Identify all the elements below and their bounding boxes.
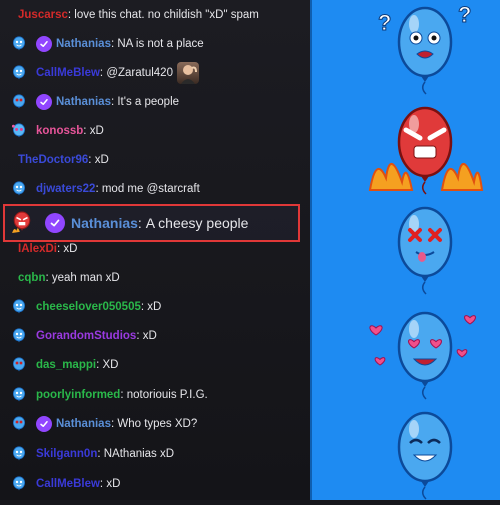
chat-username[interactable]: Skilgann0n	[36, 448, 97, 460]
chat-panel: Juscarsc: love this chat. no childish "x…	[0, 0, 310, 500]
balloon-blue-icon	[13, 299, 25, 314]
chat-message: Nathanias: NA is not a place	[0, 33, 310, 55]
balloon-confused-icon: ??	[378, 2, 472, 95]
emote-showcase-panel: ??	[310, 0, 500, 500]
chat-message-text: yeah man xD	[51, 272, 120, 284]
panel-divider	[310, 0, 312, 500]
chat-message-text: xD	[106, 478, 121, 490]
chat-username[interactable]: Nathanias	[56, 418, 111, 430]
user-badge	[10, 445, 28, 463]
balloon-blue-icon	[13, 65, 25, 80]
chat-message-text: @Zaratul420	[106, 67, 173, 79]
chat-message-text: mod me @starcraft	[101, 183, 200, 195]
chat-message: konossb: xD	[0, 120, 310, 142]
user-badge	[10, 356, 28, 374]
chat-username[interactable]: CallMeBlew	[36, 478, 100, 490]
balloon-blue-icon	[13, 36, 25, 51]
chat-message-text: xD	[142, 330, 157, 342]
verified-check-icon	[45, 213, 65, 233]
user-badge	[11, 211, 35, 235]
chat-message: Skilgann0n: NAthanias xD	[0, 443, 310, 465]
user-badge	[10, 298, 28, 316]
chat-message-text: love this chat. no childish "xD" spam	[74, 9, 259, 21]
chat-message-text: xD	[94, 154, 109, 166]
chat-message: CallMeBlew: xD	[0, 473, 310, 495]
user-badge	[10, 64, 28, 82]
emote-card: ??	[350, 0, 490, 95]
balloon-dizzy-icon	[13, 416, 25, 431]
verified-check-icon	[36, 416, 52, 432]
chat-message: GorandomStudios: xD	[0, 325, 310, 347]
balloon-blue-icon	[13, 181, 25, 196]
chat-username[interactable]: cqbn	[18, 272, 45, 284]
chat-message: djwaters22: mod me @starcraft	[0, 178, 310, 200]
chat-separator: :	[137, 215, 146, 231]
chat-message-text: NAthanias xD	[103, 448, 175, 460]
user-badge	[10, 35, 28, 53]
chat-message-text: Who types XD?	[117, 418, 198, 430]
chat-username[interactable]: Nathanias	[71, 215, 138, 231]
streamer-emote-icon	[176, 62, 199, 84]
chat-username[interactable]: djwaters22	[36, 183, 95, 195]
balloon-angry-icon	[12, 211, 31, 233]
user-badge	[10, 327, 28, 345]
chat-message: Nathanias: It's a people	[0, 91, 310, 113]
user-badge	[10, 180, 28, 198]
verified-check-icon	[36, 94, 52, 110]
chat-message: Nathanias: Who types XD?	[0, 413, 310, 435]
balloon-blue-icon	[13, 387, 25, 402]
balloon-love-icon	[11, 123, 25, 138]
chat-username[interactable]: poorlyinformed	[36, 389, 120, 401]
chat-message-text: NA is not a place	[117, 38, 204, 50]
chat-message-text: xD	[63, 243, 78, 255]
user-badge	[10, 415, 28, 433]
chat-username[interactable]: Juscarsc	[18, 9, 68, 21]
chat-message: TheDoctor96: xD	[0, 149, 310, 171]
balloon-love-icon	[369, 311, 476, 400]
balloon-angry-fire-icon	[368, 106, 484, 195]
chat-message-text: xD	[147, 301, 162, 313]
chat-message: Juscarsc: love this chat. no childish "x…	[0, 4, 310, 26]
emote-card	[350, 305, 490, 400]
balloon-blue-icon	[13, 476, 25, 491]
chat-username[interactable]: Nathanias	[56, 96, 111, 108]
chat-message-text: It's a people	[117, 96, 180, 108]
user-badge	[10, 475, 28, 493]
balloon-dizzy-icon	[13, 357, 25, 372]
emote-card	[350, 405, 490, 500]
chat-username[interactable]: das_mappi	[36, 359, 96, 371]
chat-username[interactable]: CallMeBlew	[36, 67, 100, 79]
chat-message: cqbn: yeah man xD	[0, 267, 310, 289]
chat-username[interactable]: Nathanias	[56, 38, 111, 50]
svg-text:?: ?	[378, 10, 391, 35]
emote-card	[350, 200, 490, 295]
balloon-blue-icon	[13, 446, 25, 461]
chat-username[interactable]: TheDoctor96	[18, 154, 88, 166]
chat-message: CallMeBlew: @Zaratul420	[0, 62, 310, 84]
svg-text:?: ?	[458, 2, 471, 27]
user-badge	[10, 122, 28, 140]
chat-username[interactable]: GorandomStudios	[36, 330, 136, 342]
chat-message: poorlyinformed: notoriouis P.I.G.	[0, 384, 310, 406]
user-badge	[10, 93, 28, 111]
chat-username[interactable]: cheeselover050505	[36, 301, 141, 313]
chat-username[interactable]: konossb	[36, 125, 83, 137]
chat-message: cheeselover050505: xD	[0, 296, 310, 318]
balloon-dizzy-icon	[13, 94, 25, 109]
user-badge	[10, 386, 28, 404]
balloon-blue-icon	[13, 328, 25, 343]
emote-card	[350, 100, 490, 195]
chat-message: das_mappi: XD	[0, 354, 310, 376]
chat-message-text: xD	[89, 125, 104, 137]
chat-username[interactable]: IAlexDi	[18, 243, 57, 255]
chat-message-text: XD	[102, 359, 119, 371]
verified-check-icon	[36, 36, 52, 52]
highlighted-message: Nathanias: A cheesy people	[3, 204, 300, 242]
balloon-happy-icon	[397, 411, 453, 500]
balloon-dizzy-icon	[397, 206, 453, 295]
chat-message-text: A cheesy people	[145, 215, 249, 231]
chat-message-text: notoriouis P.I.G.	[126, 389, 208, 401]
